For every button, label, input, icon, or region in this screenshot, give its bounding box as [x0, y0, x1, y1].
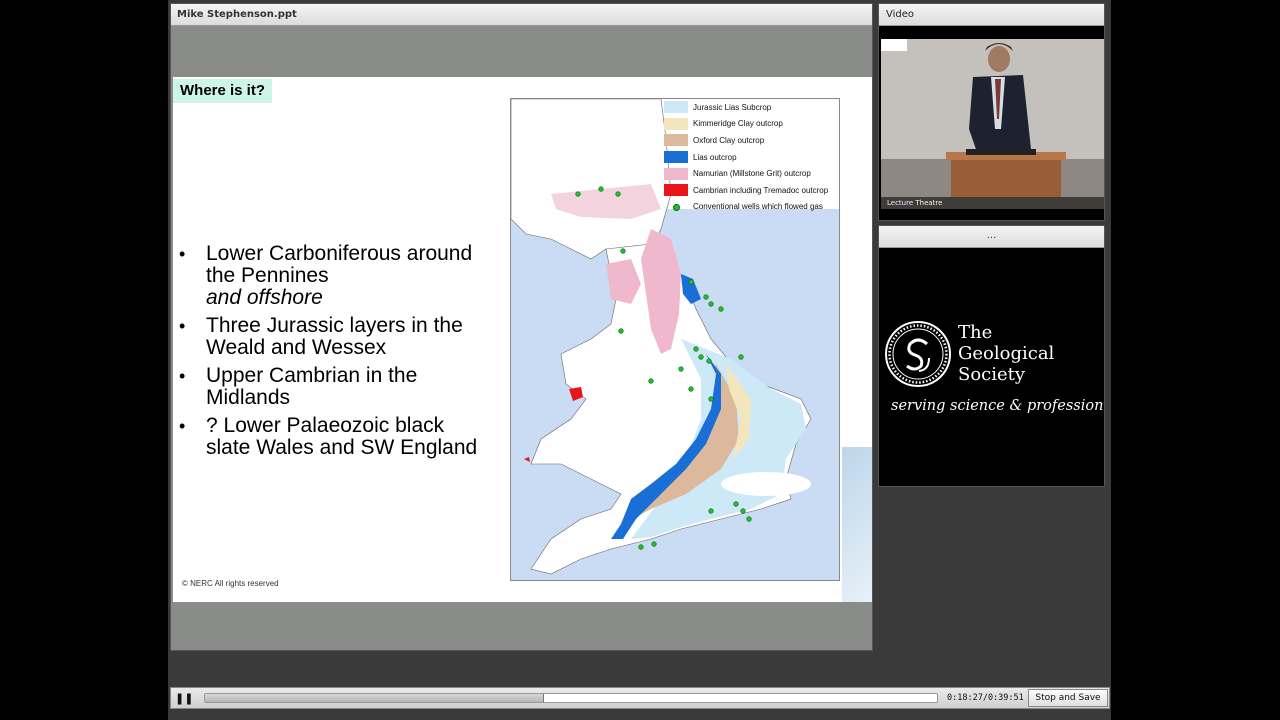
legend-swatch — [664, 117, 688, 130]
lecturer-video-image — [881, 39, 1104, 209]
legend-label: Kimmeridge Clay outcrop — [693, 119, 783, 129]
society-name: The Geological Society — [958, 322, 1054, 385]
legend-item: Kimmeridge Clay outcrop — [664, 116, 839, 133]
legend-label: Conventional wells which flowed gas — [693, 202, 823, 212]
bullet-list: Lower Carboniferous around the Pennines … — [179, 243, 479, 465]
legend-item: Jurassic Lias Subcrop — [664, 99, 839, 116]
slide: Where is it? Lower Carboniferous around … — [173, 77, 872, 602]
legend-label: Oxford Clay outcrop — [693, 135, 765, 145]
bullet-emphasis: and offshore — [206, 286, 323, 309]
slide-panel: Mike Stephenson.ppt Where is it? Lower C… — [170, 3, 873, 651]
society-name-line: The — [958, 322, 993, 343]
playback-time: 0:18:27/0:39:51 — [947, 693, 1024, 703]
legend-item: Conventional wells which flowed gas — [664, 199, 839, 216]
playback-controls: ❚❚ 0:18:27/0:39:51 Stop and Save — [170, 687, 1110, 709]
legend-label: Lias outcrop — [693, 152, 737, 162]
video-caption: Lecture Theatre — [881, 197, 1104, 209]
legend-label: Namurian (Millstone Grit) outcrop — [693, 169, 811, 179]
logo-panel-title: ... — [879, 226, 1104, 248]
legend-swatch — [664, 151, 688, 164]
legend-item: Cambrian including Tremadoc outcrop — [664, 182, 839, 199]
bullet-text: Three Jurassic layers in the Weald and W… — [206, 314, 463, 359]
geology-map: Jurassic Lias Subcrop Kimmeridge Clay ou… — [510, 98, 840, 581]
bullet-text: ? Lower Palaeozoic black slate Wales and… — [206, 414, 478, 459]
legend-swatch — [664, 167, 688, 180]
video-panel: Video Lecture Theatre — [878, 3, 1105, 221]
legend-swatch — [664, 184, 688, 197]
logo-panel: ... The Geological Society serving scien… — [878, 225, 1105, 487]
legend-well-marker — [664, 201, 688, 213]
video-frame[interactable]: Lecture Theatre — [881, 39, 1104, 209]
pause-icon: ❚❚ — [175, 692, 194, 705]
society-name-line: Geological — [958, 343, 1055, 364]
legend-swatch — [664, 101, 688, 114]
map-legend: Jurassic Lias Subcrop Kimmeridge Clay ou… — [664, 99, 839, 216]
stop-and-save-button[interactable]: Stop and Save — [1028, 689, 1108, 707]
slide-panel-title: Mike Stephenson.ppt — [171, 4, 872, 26]
bullet-text: Upper Cambrian in the Midlands — [206, 364, 418, 409]
geological-society-seal-icon — [885, 321, 951, 387]
bullet-item: Upper Cambrian in the Midlands — [179, 365, 479, 409]
slide-title: Where is it? — [173, 79, 273, 103]
legend-item: Namurian (Millstone Grit) outcrop — [664, 165, 839, 182]
society-tagline: serving science & profession — [891, 398, 1104, 414]
legend-label: Cambrian including Tremadoc outcrop — [693, 185, 829, 195]
video-panel-title: Video — [879, 4, 1104, 26]
seek-progress — [205, 694, 544, 702]
legend-label: Jurassic Lias Subcrop — [693, 102, 772, 112]
pause-button[interactable]: ❚❚ — [175, 691, 193, 707]
society-name-line: Society — [958, 364, 1026, 385]
legend-item: Lias outcrop — [664, 149, 839, 166]
bullet-text: Lower Carboniferous around the Pennines — [206, 242, 473, 287]
bullet-item: ? Lower Palaeozoic black slate Wales and… — [179, 415, 479, 459]
bullet-item: Three Jurassic layers in the Weald and W… — [179, 315, 479, 359]
slide-copyright: © NERC All rights reserved — [182, 579, 279, 588]
seek-bar[interactable] — [204, 693, 938, 703]
legend-item: Oxford Clay outcrop — [664, 132, 839, 149]
slide-decoration — [842, 447, 872, 602]
slide-area: Where is it? Lower Carboniferous around … — [171, 26, 872, 650]
bullet-item: Lower Carboniferous around the Pennines … — [179, 243, 479, 309]
legend-swatch — [664, 134, 688, 147]
